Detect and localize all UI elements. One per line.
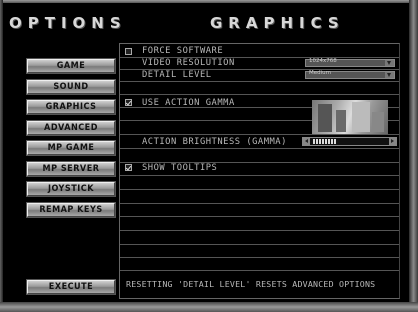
graphics-options-panel: FORCE SOFTWARE VIDEO RESOLUTION 1024x768… (119, 43, 400, 299)
preview-shape (336, 110, 346, 132)
preview-shape (318, 104, 332, 132)
row-divider (120, 175, 399, 176)
action-brightness-label: ACTION BRIGHTNESS (GAMMA) (142, 137, 287, 147)
chevron-down-icon[interactable] (385, 60, 394, 66)
detail-level-dropdown[interactable]: Medium (305, 70, 395, 79)
window-frame-top (0, 0, 418, 3)
slider-tick (331, 139, 333, 144)
detail-level-value: Medium (309, 70, 331, 76)
video-resolution-dropdown[interactable]: 1024x768 (305, 58, 395, 67)
row-divider (120, 244, 399, 245)
gamma-preview-image (312, 100, 388, 134)
execute-button[interactable]: EXECUTE (26, 279, 116, 295)
slider-tick (328, 139, 330, 144)
sidebar-item-graphics[interactable]: GRAPHICS (26, 99, 116, 115)
window-frame-bottom (0, 302, 418, 312)
slider-fill[interactable] (313, 139, 336, 144)
sidebar-item-game[interactable]: GAME (26, 58, 116, 74)
force-software-label: FORCE SOFTWARE (142, 46, 224, 56)
show-tooltips-checkbox[interactable] (125, 164, 132, 171)
slider-tick (313, 139, 315, 144)
sidebar-item-remap-keys[interactable]: REMAP KEYS (26, 202, 116, 218)
row-divider (120, 270, 399, 271)
slider-tick (319, 139, 321, 144)
row-divider (120, 81, 399, 82)
force-software-checkbox[interactable] (125, 48, 132, 55)
options-screen: OPTIONS GRAPHICS GAME SOUND GRAPHICS ADV… (0, 0, 418, 312)
chevron-down-icon[interactable] (385, 72, 394, 78)
use-action-gamma-label: USE ACTION GAMMA (142, 98, 235, 108)
sidebar-item-mp-server[interactable]: MP SERVER (26, 161, 116, 177)
detail-level-label: DETAIL LEVEL (142, 70, 212, 80)
slider-tick (316, 139, 318, 144)
window-frame-right (409, 0, 418, 312)
sidebar-item-sound[interactable]: SOUND (26, 79, 116, 95)
row-divider (120, 216, 399, 217)
slider-tick (325, 139, 327, 144)
action-brightness-slider[interactable] (302, 137, 397, 146)
show-tooltips-label: SHOW TOOLTIPS (142, 163, 218, 173)
video-resolution-value: 1024x768 (309, 58, 337, 64)
preview-shape (352, 102, 370, 132)
row-divider (120, 94, 399, 95)
row-divider (120, 134, 399, 135)
options-title: OPTIONS (9, 14, 127, 32)
row-divider (120, 257, 399, 258)
graphics-title: GRAPHICS (210, 14, 345, 32)
slider-tick (334, 139, 336, 144)
preview-shape (372, 112, 384, 132)
slider-tick (322, 139, 324, 144)
arrow-right-icon[interactable] (389, 138, 396, 145)
row-divider (120, 203, 399, 204)
arrow-left-icon[interactable] (303, 138, 310, 145)
use-action-gamma-checkbox[interactable] (125, 99, 132, 106)
row-divider (120, 148, 399, 149)
sidebar-item-mp-game[interactable]: MP GAME (26, 140, 116, 156)
video-resolution-label: VIDEO RESOLUTION (142, 58, 235, 68)
sidebar-item-advanced[interactable]: ADVANCED (26, 120, 116, 136)
window-frame-left (0, 0, 3, 312)
detail-level-reset-note: RESETTING 'DETAIL LEVEL' RESETS ADVANCED… (126, 279, 376, 289)
row-divider (120, 189, 399, 190)
row-divider (120, 230, 399, 231)
sidebar-item-joystick[interactable]: JOYSTICK (26, 181, 116, 197)
